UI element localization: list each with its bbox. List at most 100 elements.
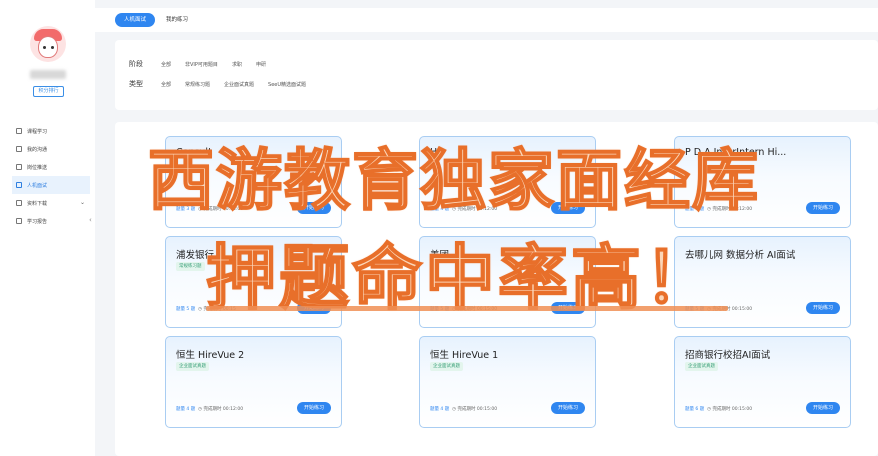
- interview-card-grid: Consult 题量 3 题 ◷ 完成期时 00:15:00 开始练习 H 题量…: [115, 122, 878, 456]
- filter-option[interactable]: 常规练习题: [185, 81, 210, 88]
- filter-option[interactable]: 全部: [161, 61, 171, 68]
- user-avatar[interactable]: [30, 26, 66, 62]
- card-tag: 企业面试真题: [430, 362, 463, 371]
- duration: 完成期时 00:15:00: [457, 307, 498, 312]
- tab-bar: 人机面试 我的练习: [95, 8, 878, 32]
- card-tag: 常规练习题: [176, 262, 205, 271]
- sidebar-item-label: 人机面试: [27, 182, 48, 189]
- filter-option[interactable]: 申研: [256, 61, 266, 68]
- sidebar-item-label: 课程学习: [27, 128, 48, 135]
- avatar-eye: [51, 46, 54, 49]
- collapse-sidebar-icon[interactable]: ‹: [89, 216, 92, 224]
- start-practice-button[interactable]: 开始练习: [551, 202, 585, 214]
- sidebar-item-label: 资料下载: [27, 200, 48, 207]
- question-count: 题量 3 题: [176, 207, 196, 212]
- question-count: 题量 5 题: [685, 307, 705, 312]
- clock-icon: ◷: [452, 307, 457, 312]
- duration: 完成期时 00:15:00: [457, 407, 498, 412]
- duration: 完成期时 00:12:00: [203, 407, 244, 412]
- tab-ai-interview[interactable]: 人机面试: [115, 13, 155, 27]
- username-blurred: [30, 70, 66, 79]
- duration: 完成期时 00:15:00: [712, 307, 753, 312]
- points-ranking-button[interactable]: 积分排行: [33, 86, 64, 97]
- interview-card[interactable]: H 题量 4 题 ◷ 完成期时 00:12:00 开始练习: [419, 136, 596, 228]
- filter-option[interactable]: SeeU精选面试题: [268, 81, 306, 88]
- start-practice-button[interactable]: 开始练习: [806, 402, 840, 414]
- filter-option[interactable]: 企业面试真题: [224, 81, 254, 88]
- question-count: 题量 5 题: [176, 307, 196, 312]
- download-icon: [16, 200, 22, 206]
- card-tag: 企业面试真题: [685, 362, 718, 371]
- card-title: 浦发银行: [176, 250, 215, 261]
- clock-icon: ◷: [198, 307, 203, 312]
- avatar-eye: [43, 46, 46, 49]
- card-title: 去哪儿网 数据分析 AI面试: [685, 250, 796, 261]
- duration: 完成期时 00:15:00: [712, 407, 753, 412]
- sidebar-item-label: 我的沟通: [27, 146, 48, 153]
- card-tag: 企业面试真题: [176, 362, 209, 371]
- card-meta: 题量 5 题 ◷ 完成期时 00:15:00: [685, 306, 752, 312]
- chat-icon: [16, 146, 22, 152]
- interview-card[interactable]: 美团 题量 5 题 ◷ 完成期时 00:15:00 开始练习: [419, 236, 596, 328]
- sidebar-item-my-communication[interactable]: 我的沟通: [12, 140, 90, 158]
- card-meta: 题量 3 题 ◷ 完成期时 00:15:00: [176, 206, 243, 212]
- sidebar-item-study-report[interactable]: 学习报告: [12, 212, 90, 230]
- card-meta: 题量 4 题 ◷ 完成期时 00:12:00: [430, 206, 497, 212]
- card-meta: 题量 4 题 ◷ 完成期时 00:15:00: [430, 406, 497, 412]
- avatar-face: [38, 36, 58, 58]
- filter-option[interactable]: 求职: [232, 61, 242, 68]
- duration: 完成期时 00:12:00: [712, 207, 753, 212]
- start-practice-button[interactable]: 开始练习: [551, 402, 585, 414]
- interview-card[interactable]: 浦发银行 常规练习题 题量 5 题 ◷ 完成期时 00:15 开始练习: [165, 236, 342, 328]
- card-title: Consult: [176, 147, 212, 158]
- briefcase-icon: [16, 164, 22, 170]
- filter-option[interactable]: 非VIP可用题目: [185, 61, 218, 68]
- card-meta: 题量 4 题 ◷ 完成期时 00:12:00: [685, 206, 752, 212]
- sidebar: 积分排行 课程学习 我的沟通 岗位推送 人机面试 资料下载 ⌄ 学习报告 ‹: [0, 0, 95, 456]
- card-title: P D A In r rIntern Hi...: [685, 147, 787, 158]
- clock-icon: ◷: [452, 207, 457, 212]
- question-count: 题量 4 题: [685, 207, 705, 212]
- sidebar-item-job-push[interactable]: 岗位推送: [12, 158, 90, 176]
- card-title: 招商银行校招AI面试: [685, 350, 771, 361]
- sidebar-nav: 课程学习 我的沟通 岗位推送 人机面试 资料下载 ⌄ 学习报告: [12, 122, 90, 230]
- start-practice-button[interactable]: 开始练习: [551, 302, 585, 314]
- question-count: 题量 6 题: [685, 407, 705, 412]
- start-practice-button[interactable]: 开始练习: [806, 302, 840, 314]
- start-practice-button[interactable]: 开始练习: [297, 202, 331, 214]
- clock-icon: ◷: [707, 207, 712, 212]
- question-count: 题量 4 题: [430, 207, 450, 212]
- filter-label-stage: 阶段: [129, 60, 143, 68]
- card-meta: 题量 6 题 ◷ 完成期时 00:15:00: [685, 406, 752, 412]
- filter-label-type: 类型: [129, 80, 143, 88]
- card-meta: 题量 5 题 ◷ 完成期时 00:15: [176, 306, 236, 312]
- clock-icon: ◷: [198, 407, 203, 412]
- sidebar-item-ai-interview[interactable]: 人机面试: [12, 176, 90, 194]
- interview-card[interactable]: 恒生 HireVue 1 企业面试真题 题量 4 题 ◷ 完成期时 00:15:…: [419, 336, 596, 428]
- tab-my-practice[interactable]: 我的练习: [161, 13, 193, 27]
- duration: 完成期时 00:15: [203, 307, 236, 312]
- report-icon: [16, 218, 22, 224]
- question-count: 题量 4 题: [176, 407, 196, 412]
- robot-icon: [16, 182, 22, 188]
- interview-card[interactable]: P D A In r rIntern Hi... 题量 4 题 ◷ 完成期时 0…: [674, 136, 851, 228]
- clock-icon: ◷: [707, 307, 712, 312]
- question-count: 题量 4 题: [430, 407, 450, 412]
- filter-row-type: 类型 全部 常规练习题 企业面试真题 SeeU精选面试题: [129, 79, 320, 89]
- interview-card[interactable]: Consult 题量 3 题 ◷ 完成期时 00:15:00 开始练习: [165, 136, 342, 228]
- filter-option[interactable]: 全部: [161, 81, 171, 88]
- sidebar-item-course-study[interactable]: 课程学习: [12, 122, 90, 140]
- sidebar-item-downloads[interactable]: 资料下载 ⌄: [12, 194, 90, 212]
- interview-card[interactable]: 招商银行校招AI面试 企业面试真题 题量 6 题 ◷ 完成期时 00:15:00…: [674, 336, 851, 428]
- interview-card[interactable]: 去哪儿网 数据分析 AI面试 题量 5 题 ◷ 完成期时 00:15:00 开始…: [674, 236, 851, 328]
- duration: 完成期时 00:12:00: [457, 207, 498, 212]
- main-content: 人机面试 我的练习 阶段 全部 非VIP可用题目 求职 申研 类型 全部 常规练…: [95, 0, 878, 456]
- filter-panel: 阶段 全部 非VIP可用题目 求职 申研 类型 全部 常规练习题 企业面试真题 …: [115, 40, 878, 110]
- start-practice-button[interactable]: 开始练习: [806, 202, 840, 214]
- start-practice-button[interactable]: 开始练习: [297, 302, 331, 314]
- start-practice-button[interactable]: 开始练习: [297, 402, 331, 414]
- sidebar-item-label: 学习报告: [27, 218, 48, 225]
- question-count: 题量 5 题: [430, 307, 450, 312]
- chevron-down-icon[interactable]: ⌄: [80, 199, 85, 206]
- interview-card[interactable]: 恒生 HireVue 2 企业面试真题 题量 4 题 ◷ 完成期时 00:12:…: [165, 336, 342, 428]
